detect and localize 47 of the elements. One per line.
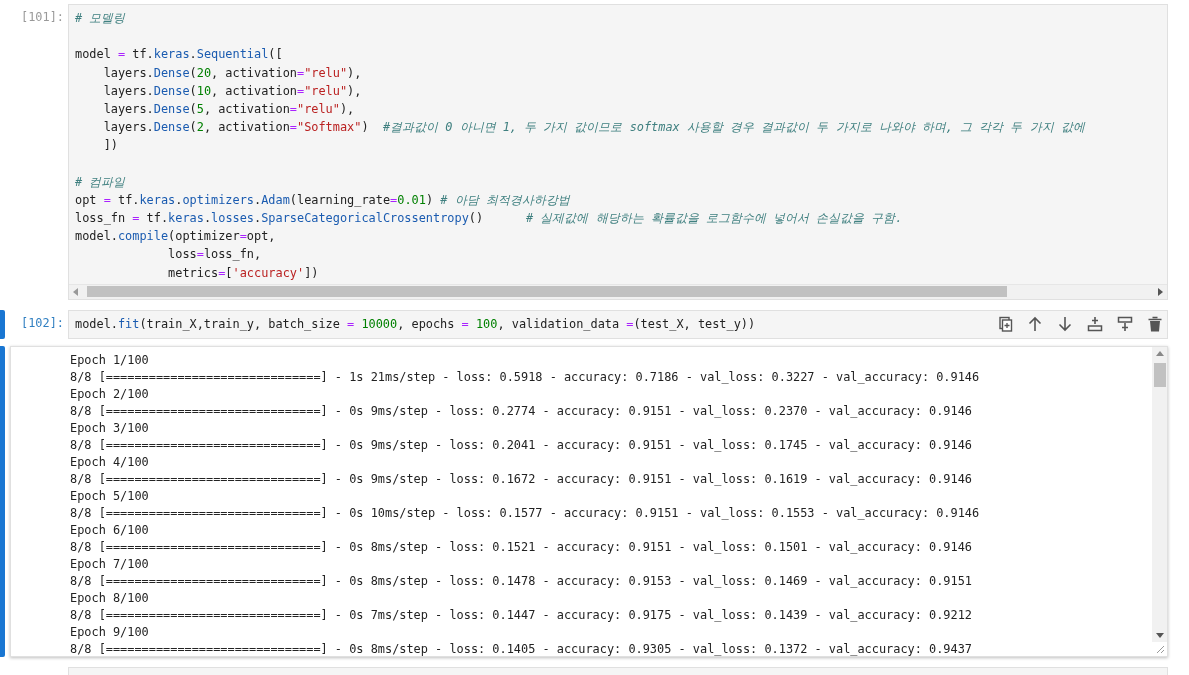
code-line: model = tf.keras.Sequential([ xyxy=(75,46,283,64)
trash-icon[interactable] xyxy=(1147,315,1163,332)
output-line: Epoch 5/100 xyxy=(70,487,149,505)
output-line: 8/8 [==============================] - 0s 8ms/step - loss: 0.1405 - accuracy: 0.9305 - val_loss: 0.1372 - val_accuracy: 0.9437 xyxy=(70,640,972,656)
copy-icon[interactable] xyxy=(997,315,1013,332)
code-line: metrics=['accuracy']) xyxy=(167,264,319,282)
output-line: 8/8 [==============================] - 0s 9ms/step - loss: 0.2041 - accuracy: 0.9151 - val_loss: 0.1745 - val_accuracy: 0.9146 xyxy=(70,436,972,454)
code-editor[interactable]: model.fit(train_X,train_y, batch_size = 10000, epochs = 100, validation_data =(test_X, test_y)) xyxy=(68,309,1168,339)
output-line: Epoch 6/100 xyxy=(70,521,149,539)
cell-prompt: [101]: xyxy=(20,9,65,24)
horizontal-scrollbar[interactable] xyxy=(69,283,1167,299)
resize-grip-icon[interactable] xyxy=(1152,641,1167,656)
up-arrow-icon[interactable] xyxy=(1027,315,1043,332)
output-line: Epoch 3/100 xyxy=(70,419,149,437)
code-line: # 모델링 xyxy=(75,10,126,27)
code-line: loss=loss_fn, xyxy=(167,246,262,264)
output-line: Epoch 7/100 xyxy=(70,555,149,573)
output-line: 8/8 [==============================] - 0s 7ms/step - loss: 0.1447 - accuracy: 0.9175 - val_loss: 0.1439 - val_accuracy: 0.9212 xyxy=(70,606,972,624)
code-line: layers.Dense(5, activation="relu"), xyxy=(102,100,355,118)
code-cell[interactable] xyxy=(68,666,1168,675)
vertical-scrollbar[interactable] xyxy=(1152,346,1167,656)
code-line: layers.Dense(2, activation="Softmax") #결과값이 0 아니면 1, 두 가지 값이므로 softmax 사용할 경우 결과값이 두 가지로 나와야 하며, 그 각각 두 가지 값에 xyxy=(102,119,1085,137)
output-line: 8/8 [==============================] - 0s 8ms/step - loss: 0.1478 - accuracy: 0.9153 - val_loss: 0.1469 - val_accuracy: 0.9151 xyxy=(70,572,972,590)
output-line: 8/8 [==============================] - 0s 9ms/step - loss: 0.1672 - accuracy: 0.9151 - val_loss: 0.1619 - val_accuracy: 0.9146 xyxy=(70,470,972,488)
code-line: opt = tf.keras.optimizers.Adam(learning_rate=0.01) # 아담 최적경사하강법 xyxy=(75,191,570,209)
code-line: layers.Dense(10, activation="relu"), xyxy=(102,82,362,100)
code-line: layers.Dense(20, activation="relu"), xyxy=(102,64,362,82)
output-line: Epoch 4/100 xyxy=(70,453,149,471)
scrollbar-thumb[interactable] xyxy=(87,286,1008,298)
code-line: # 컴파일 xyxy=(75,173,126,191)
code-line: model.fit(train_X,train_y, batch_size = 10000, epochs = 100, validation_data =(test_X, test_y)) xyxy=(75,315,756,333)
cell-prompt: [102]: xyxy=(20,314,65,330)
output-line: Epoch 9/100 xyxy=(70,623,149,641)
output-line: 8/8 [==============================] - 0s 9ms/step - loss: 0.2774 - accuracy: 0.9151 - val_loss: 0.2370 - val_accuracy: 0.9146 xyxy=(70,402,972,420)
down-arrow-icon[interactable] xyxy=(1057,315,1073,332)
insert-below-icon[interactable] xyxy=(1117,315,1133,332)
output-line: 8/8 [==============================] - 0s 10ms/step - loss: 0.1577 - accuracy: 0.9151 - val_loss: 0.1553 - val_accuracy: 0.9146 xyxy=(70,504,980,522)
output-line: Epoch 1/100 xyxy=(70,351,149,369)
output-line: Epoch 8/100 xyxy=(70,589,149,607)
code-line: ]) xyxy=(102,137,118,155)
output-line: 8/8 [==============================] - 0s 8ms/step - loss: 0.1521 - accuracy: 0.9151 - val_loss: 0.1501 - val_accuracy: 0.9146 xyxy=(70,538,972,556)
insert-above-icon[interactable] xyxy=(1087,315,1103,332)
scrollbar-thumb[interactable] xyxy=(1153,362,1166,387)
output-line: Epoch 2/100 xyxy=(70,385,149,403)
output-line: 8/8 [==============================] - 1s 21ms/step - loss: 0.5918 - accuracy: 0.7186 - val_loss: 0.3227 - val_accuracy: 0.9146 xyxy=(70,368,980,386)
code-line: loss_fn = tf.keras.losses.SparseCategoricalCrossentropy() # 실제값에 해당하는 확률값을 로그함수에 넣어서 손실값을 구함. xyxy=(75,210,903,228)
code-line: model.compile(optimizer=opt, xyxy=(75,228,276,246)
